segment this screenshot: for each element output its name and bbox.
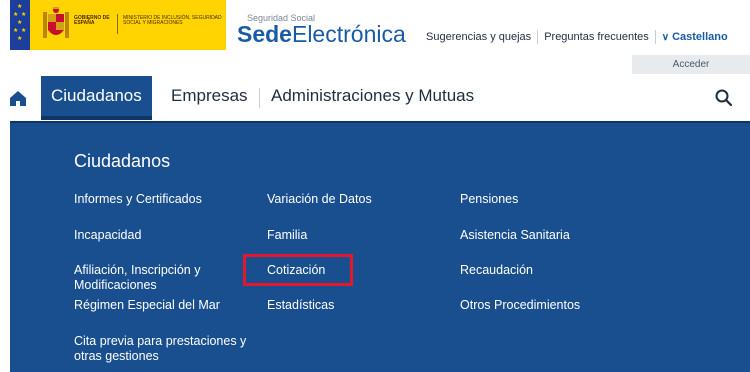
eu-flag-icon: ★ ★ ★ ★ ★ ★ ★ xyxy=(10,0,30,50)
link-divider xyxy=(654,30,656,44)
suggestions-link[interactable]: Sugerencias y quejas xyxy=(426,31,531,43)
utility-links: Sugerencias y quejas Preguntas frecuentes… xyxy=(426,30,728,44)
site-header: ★ ★ ★ ★ ★ ★ ★ Gobierno de España Ministe… xyxy=(0,0,750,50)
highlight-box xyxy=(243,254,353,286)
menu-link-familia[interactable]: Familia xyxy=(267,228,307,243)
menu-link-estadisticas[interactable]: Estadísticas xyxy=(267,298,334,313)
menu-link-pensiones[interactable]: Pensiones xyxy=(460,192,518,207)
menu-link-cita-previa[interactable]: Cita previa para prestaciones y otras ge… xyxy=(74,334,264,364)
site-name-light: Electrónica xyxy=(291,21,406,47)
home-icon[interactable] xyxy=(8,88,28,108)
menu-link-variacion-datos[interactable]: Variación de Datos xyxy=(267,192,372,207)
menu-link-informes-certificados[interactable]: Informes y Certificados xyxy=(74,192,202,207)
menu-link-asistencia-sanitaria[interactable]: Asistencia Sanitaria xyxy=(460,228,570,243)
language-selector[interactable]: ∨ Castellano xyxy=(662,31,728,43)
menu-link-incapacidad[interactable]: Incapacidad xyxy=(74,228,141,243)
language-label: Castellano xyxy=(672,30,728,43)
faq-link[interactable]: Preguntas frecuentes xyxy=(544,31,649,43)
menu-link-afiliacion[interactable]: Afiliación, Inscripción y Modificaciones xyxy=(74,263,234,293)
coat-of-arms-icon xyxy=(43,7,69,38)
government-logo[interactable]: ★ ★ ★ ★ ★ ★ ★ Gobierno de España Ministe… xyxy=(10,0,226,50)
menu-title: Ciudadanos xyxy=(74,151,171,171)
nav-tab-administraciones[interactable]: Administraciones y Mutuas xyxy=(271,76,474,120)
site-logo[interactable]: SedeElectrónica xyxy=(237,21,406,47)
chevron-down-icon: ∨ xyxy=(661,31,670,43)
menu-link-regimen-mar[interactable]: Régimen Especial del Mar xyxy=(74,298,220,313)
login-button[interactable]: Acceder xyxy=(632,55,750,74)
menu-link-recaudacion[interactable]: Recaudación xyxy=(460,263,533,278)
main-nav: Ciudadanos Empresas Administraciones y M… xyxy=(0,76,750,120)
logo-divider xyxy=(117,14,118,34)
ministry-text: Ministerio de Inclusión, Seguridad Socia… xyxy=(123,15,222,26)
gov-text: Gobierno de España xyxy=(74,15,110,26)
menu-link-otros-procedimientos[interactable]: Otros Procedimientos xyxy=(460,298,580,313)
link-divider xyxy=(537,30,539,44)
nav-tab-empresas[interactable]: Empresas xyxy=(171,76,248,120)
nav-divider xyxy=(259,88,260,108)
search-icon[interactable] xyxy=(714,88,734,108)
nav-tab-ciudadanos[interactable]: Ciudadanos xyxy=(41,76,152,120)
site-name-bold: Sede xyxy=(237,21,292,47)
